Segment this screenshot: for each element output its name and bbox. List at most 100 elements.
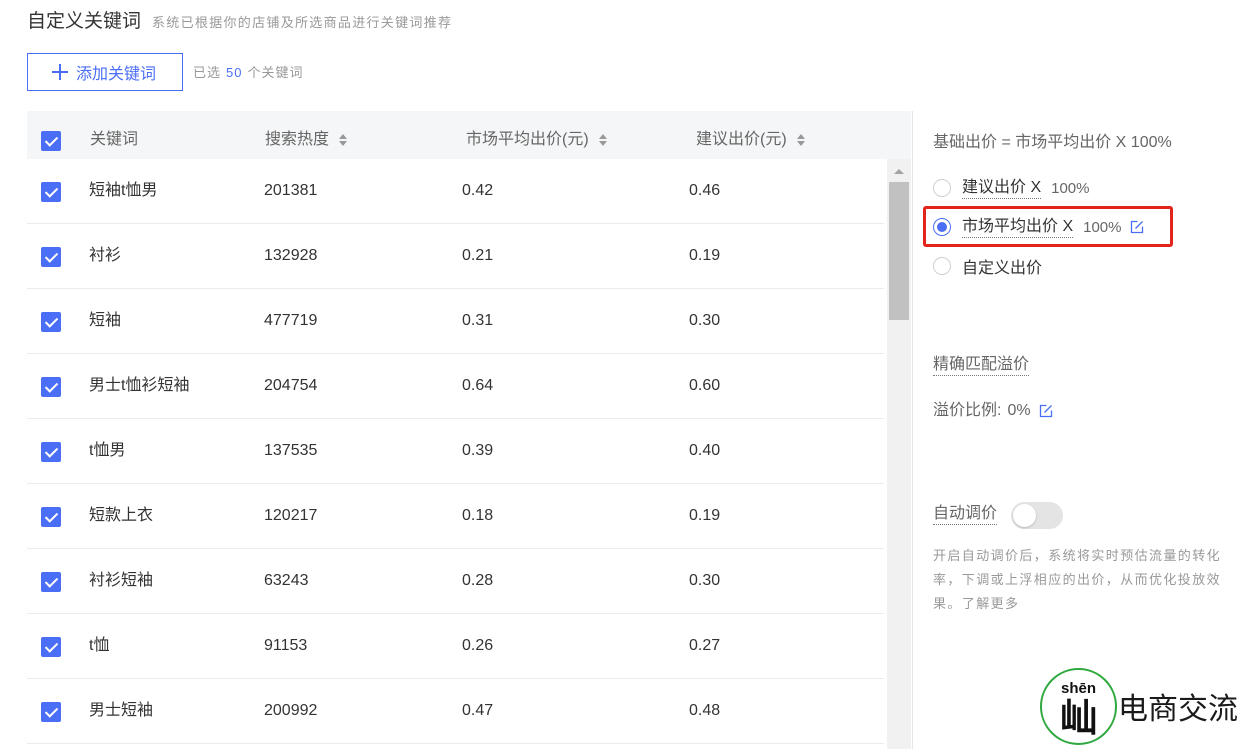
keyword-cell: 短袖t恤男 bbox=[89, 182, 158, 199]
watermark-text: 电商交流 bbox=[1118, 693, 1238, 726]
auto-adjust-toggle[interactable] bbox=[1011, 502, 1063, 529]
table-row: t恤男 137535 0.39 0.40 bbox=[27, 419, 884, 484]
watermark-glyph: 屾 bbox=[1059, 698, 1098, 740]
search-heat-cell: 200992 bbox=[264, 702, 318, 719]
column-header-market-avg-bid[interactable]: 市场平均出价(元) bbox=[466, 130, 607, 150]
suggested-bid-cell: 0.27 bbox=[689, 637, 721, 654]
search-heat-cell: 132928 bbox=[264, 247, 318, 264]
column-header-label: 关键词 bbox=[90, 131, 139, 148]
keyword-cell: 男士短袖 bbox=[89, 702, 154, 719]
table-row: 短款上衣 120217 0.18 0.19 bbox=[27, 484, 884, 549]
row-checkbox[interactable] bbox=[41, 312, 61, 332]
option-percent: 100% bbox=[1051, 179, 1090, 197]
premium-ratio-value: 0% bbox=[1007, 402, 1031, 419]
bid-option-suggested[interactable]: 建议出价 X 100% bbox=[913, 177, 1213, 199]
column-header-keyword: 关键词 bbox=[90, 130, 138, 150]
keyword-cell: 短袖 bbox=[89, 312, 122, 329]
row-checkbox[interactable] bbox=[41, 572, 61, 592]
market-avg-bid-cell: 0.21 bbox=[462, 247, 494, 264]
plus-icon bbox=[52, 64, 68, 80]
market-avg-bid-cell: 0.28 bbox=[462, 572, 494, 589]
market-avg-bid-cell: 0.64 bbox=[462, 377, 494, 394]
suggested-bid-cell: 0.30 bbox=[689, 572, 721, 589]
suggested-bid-cell: 0.30 bbox=[689, 312, 721, 329]
keyword-cell: 男士t恤衫短袖 bbox=[89, 377, 190, 394]
add-keyword-label: 添加关键词 bbox=[76, 66, 157, 83]
bid-option-custom[interactable]: 自定义出价 bbox=[913, 255, 1213, 277]
row-checkbox[interactable] bbox=[41, 182, 61, 202]
search-heat-cell: 63243 bbox=[264, 572, 309, 589]
market-avg-bid-cell: 0.18 bbox=[462, 507, 494, 524]
row-checkbox[interactable] bbox=[41, 247, 61, 267]
option-label: 自定义出价 bbox=[962, 260, 1043, 277]
premium-ratio: 溢价比例: 0% bbox=[933, 400, 1053, 422]
radio-suggested-bid[interactable] bbox=[933, 179, 951, 197]
page-subtitle: 系统已根据你的店铺及所选商品进行关键词推荐 bbox=[152, 15, 453, 30]
search-heat-cell: 120217 bbox=[264, 507, 318, 524]
sort-icon[interactable] bbox=[598, 134, 607, 146]
table-row: 衬衫 132928 0.21 0.19 bbox=[27, 224, 884, 289]
edit-icon[interactable] bbox=[1039, 404, 1053, 418]
table-row: t恤 91153 0.26 0.27 bbox=[27, 614, 884, 679]
bid-settings-panel: 基础出价 = 市场平均出价 X 100% 建议出价 X 100% 市场平均出价 … bbox=[912, 111, 1247, 749]
sort-icon[interactable] bbox=[796, 134, 805, 146]
watermark-pinyin: shēn bbox=[1060, 680, 1096, 697]
market-avg-bid-cell: 0.31 bbox=[462, 312, 494, 329]
column-header-search-heat[interactable]: 搜索热度 bbox=[265, 130, 348, 150]
keyword-cell: t恤男 bbox=[89, 442, 126, 459]
radio-custom-bid[interactable] bbox=[933, 257, 951, 275]
selected-count: 50 bbox=[226, 65, 243, 80]
keyword-cell: 衬衫 bbox=[89, 247, 122, 264]
market-avg-bid-cell: 0.42 bbox=[462, 182, 494, 199]
suggested-bid-cell: 0.60 bbox=[689, 377, 721, 394]
premium-title-label: 精确匹配溢价 bbox=[933, 355, 1030, 376]
row-checkbox[interactable] bbox=[41, 442, 61, 462]
suggested-bid-cell: 0.40 bbox=[689, 442, 721, 459]
table-row: 男士短袖 200992 0.47 0.48 bbox=[27, 679, 884, 744]
table-header: 关键词 搜索热度 市场平均出价(元) 建议出价(元) bbox=[27, 111, 911, 159]
column-header-label: 建议出价(元) bbox=[696, 131, 787, 148]
table-scrollbar[interactable] bbox=[887, 159, 911, 749]
market-avg-bid-cell: 0.39 bbox=[462, 442, 494, 459]
scroll-thumb[interactable] bbox=[889, 182, 909, 320]
column-header-suggested-bid[interactable]: 建议出价(元) bbox=[696, 130, 805, 150]
keyword-cell: 衬衫短袖 bbox=[89, 572, 154, 589]
option-label: 建议出价 X bbox=[962, 178, 1042, 199]
suggested-bid-cell: 0.19 bbox=[689, 247, 721, 264]
exact-match-premium-title: 精确匹配溢价 bbox=[933, 355, 1030, 376]
add-keyword-button[interactable]: 添加关键词 bbox=[27, 53, 183, 91]
table-row: 短袖 477719 0.31 0.30 bbox=[27, 289, 884, 354]
table-body: 短袖t恤男 201381 0.42 0.46 衬衫 132928 0.21 0.… bbox=[27, 159, 884, 749]
table-row: 男士t恤衫短袖 204754 0.64 0.60 bbox=[27, 354, 884, 419]
suggested-bid-cell: 0.19 bbox=[689, 507, 721, 524]
table-row: 短袖t恤男 201381 0.42 0.46 bbox=[27, 159, 884, 224]
select-all-checkbox[interactable] bbox=[41, 131, 61, 151]
row-checkbox[interactable] bbox=[41, 702, 61, 722]
search-heat-cell: 137535 bbox=[264, 442, 318, 459]
search-heat-cell: 204754 bbox=[264, 377, 318, 394]
selected-suffix: 个关键词 bbox=[247, 65, 304, 80]
auto-adjust-description: 开启自动调价后，系统将实时预估流量的转化 率，下调或上浮相应的出价，从而优化投放… bbox=[933, 544, 1221, 616]
keyword-cell: t恤 bbox=[89, 637, 110, 654]
description-text: 果。 bbox=[933, 596, 962, 611]
premium-ratio-label: 溢价比例: bbox=[933, 402, 1002, 419]
column-header-label: 搜索热度 bbox=[265, 131, 330, 148]
row-checkbox[interactable] bbox=[41, 637, 61, 657]
search-heat-cell: 477719 bbox=[264, 312, 318, 329]
suggested-bid-cell: 0.48 bbox=[689, 702, 721, 719]
search-heat-cell: 201381 bbox=[264, 182, 318, 199]
search-heat-cell: 91153 bbox=[264, 637, 308, 654]
row-checkbox[interactable] bbox=[41, 377, 61, 397]
row-checkbox[interactable] bbox=[41, 507, 61, 527]
learn-more-link[interactable]: 了解更多 bbox=[962, 596, 1020, 611]
auto-adjust-label: 自动调价 bbox=[933, 504, 998, 525]
keyword-cell: 短款上衣 bbox=[89, 507, 154, 524]
triangle-up-icon[interactable] bbox=[894, 169, 904, 174]
description-line: 率，下调或上浮相应的出价，从而优化投放效 bbox=[933, 572, 1222, 587]
sort-icon[interactable] bbox=[339, 134, 348, 146]
market-avg-bid-cell: 0.47 bbox=[462, 702, 494, 719]
column-header-label: 市场平均出价(元) bbox=[466, 131, 589, 148]
description-line: 果。了解更多 bbox=[933, 592, 1221, 616]
base-bid-formula: 基础出价 = 市场平均出价 X 100% bbox=[933, 134, 1172, 151]
selected-count-info: 已选 50 个关键词 bbox=[193, 64, 304, 82]
